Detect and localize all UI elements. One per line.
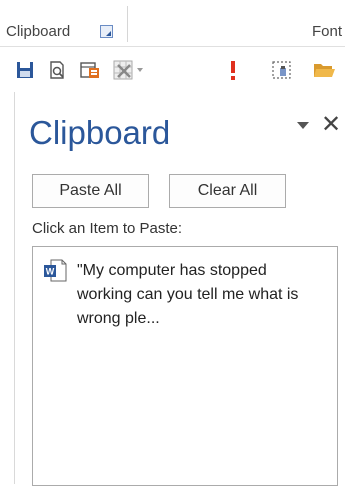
- select-icon: [272, 61, 291, 79]
- open-folder-icon: [314, 64, 335, 77]
- save-icon: [17, 62, 33, 78]
- delete-dropdown-button[interactable]: [112, 58, 146, 82]
- exclamation-icon: [231, 61, 235, 80]
- word-document-icon: W: [44, 259, 67, 282]
- quick-access-toolbar: [0, 50, 345, 88]
- group-divider: [127, 6, 128, 42]
- table-button[interactable]: [78, 58, 102, 82]
- font-group-label: Font: [312, 23, 343, 40]
- clipboard-item-list[interactable]: W "My computer has stopped working can y…: [32, 246, 338, 486]
- clipboard-task-pane: Clipboard ✕ Paste All Clear All Click an…: [14, 92, 345, 486]
- open-button[interactable]: [312, 58, 336, 82]
- paste-all-button[interactable]: Paste All: [32, 174, 149, 208]
- pane-title: Clipboard: [29, 114, 171, 151]
- clipboard-dialog-launcher-icon[interactable]: [100, 25, 113, 38]
- select-button[interactable]: [270, 58, 294, 82]
- svg-text:W: W: [46, 267, 55, 277]
- print-preview-button[interactable]: [45, 58, 69, 82]
- table-icon: [80, 62, 99, 78]
- clipboard-group-label: Clipboard: [6, 23, 71, 40]
- importance-button[interactable]: [221, 58, 245, 82]
- pane-options-chevron-down-icon[interactable]: [297, 122, 309, 129]
- paste-hint-label: Click an Item to Paste:: [32, 220, 183, 237]
- delete-icon: [113, 60, 143, 80]
- ribbon-divider: [0, 46, 345, 47]
- save-button[interactable]: [13, 58, 37, 82]
- close-icon[interactable]: ✕: [321, 112, 341, 136]
- clear-all-button[interactable]: Clear All: [169, 174, 286, 208]
- print-preview-icon: [50, 61, 64, 79]
- clipboard-item-text: "My computer has stopped working can you…: [77, 262, 299, 327]
- ribbon-group-labels: Clipboard Font: [0, 0, 345, 46]
